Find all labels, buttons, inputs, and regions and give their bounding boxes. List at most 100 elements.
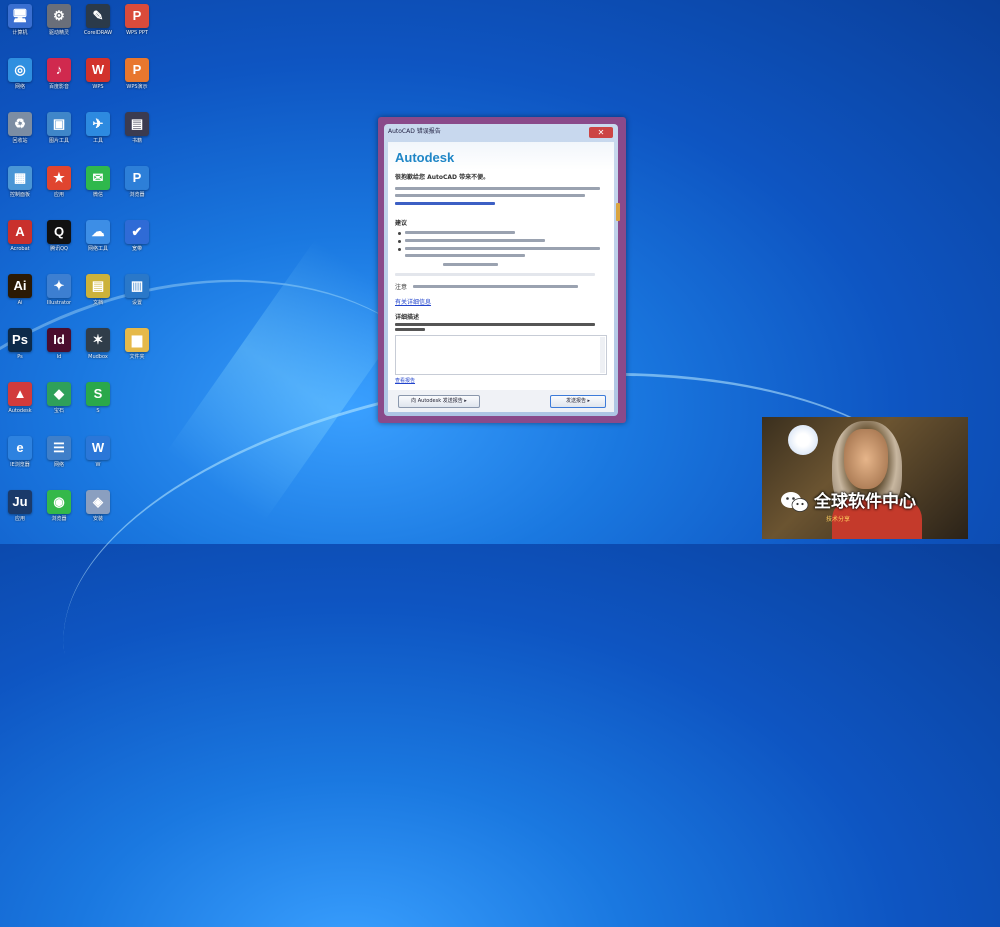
desktop-icon[interactable]: W WPS	[78, 58, 118, 112]
desktop-icon-label: 文件夹	[129, 354, 145, 360]
desktop-icon[interactable]: ✈ 工具	[78, 112, 118, 166]
details-textarea[interactable]	[395, 335, 607, 375]
app-icon: ✔	[125, 220, 149, 244]
app-icon: ♻	[8, 112, 32, 136]
send-to-autodesk-button[interactable]: 向 Autodesk 发送报告 ▸	[398, 395, 480, 408]
app-icon: ▥	[125, 274, 149, 298]
app-icon	[125, 382, 149, 406]
error-report-dialog: AutoCAD 错误报告 ✕ Autodesk 很抱歉给您 AutoCAD 带来…	[384, 124, 618, 416]
desktop-icon[interactable]: ✎ CorelDRAW	[78, 4, 118, 58]
desktop-icon[interactable]: SS	[78, 382, 118, 436]
moon-image	[788, 425, 818, 455]
desktop-icon[interactable]: P WPS演示	[117, 58, 157, 112]
desktop-icon-label: 应用	[14, 516, 25, 522]
desktop-icon-label: 网络	[53, 462, 64, 468]
desktop-icon-label: CorelDRAW	[83, 30, 113, 36]
text-line	[395, 187, 600, 190]
desktop-icon-label: 浏览器	[129, 192, 145, 198]
desktop-icon[interactable]: ▦ 控制面板	[0, 166, 40, 220]
desktop-icon[interactable]: A Acrobat	[0, 220, 40, 274]
bullet	[398, 248, 401, 251]
desktop-icon-label: 浏览器	[51, 516, 67, 522]
suggestion-label: 建议	[395, 220, 408, 227]
app-icon: ★	[47, 166, 71, 190]
desktop-icon[interactable]: ◉ 浏览器	[39, 490, 79, 544]
text-line	[405, 239, 545, 242]
desktop-icon-label: Autodesk	[8, 408, 32, 414]
apology-text: 很抱歉给您 AutoCAD 带来不便。	[395, 174, 490, 181]
desktop-icon[interactable]: ▲ Autodesk	[0, 382, 40, 436]
desktop-icon-label: IE浏览器	[10, 462, 30, 468]
more-info-link[interactable]: 有关详细信息	[395, 297, 431, 306]
desktop-icon[interactable]: ▤ 文档	[78, 274, 118, 328]
desktop-icon[interactable]: ▥ 设置	[117, 274, 157, 328]
desktop-icon[interactable]: ✔ 宽带	[117, 220, 157, 274]
desktop-icon[interactable]: ◆ 宝石	[39, 382, 79, 436]
desktop-icon[interactable]: 🖥 计算机	[0, 4, 40, 58]
desktop-icon[interactable]: ▆ 文件夹	[117, 328, 157, 382]
text-line	[395, 323, 595, 326]
watermark-text: 全球软件中心	[814, 492, 916, 512]
desktop-icon[interactable]: P WPS PPT	[117, 4, 157, 58]
text-line	[395, 194, 585, 197]
desktop-icon[interactable]: ★ 应用	[39, 166, 79, 220]
dialog-title: AutoCAD 错误报告	[388, 128, 441, 135]
app-icon: ◎	[8, 58, 32, 82]
app-icon: ▣	[47, 112, 71, 136]
desktop-icon[interactable]: Q 腾讯QQ	[39, 220, 79, 274]
desktop-icon[interactable]: Ps Ps	[0, 328, 40, 382]
app-icon: P	[125, 4, 149, 28]
desktop-icon[interactable]: ▤ 书籍	[117, 112, 157, 166]
desktop-icon[interactable]: WW	[78, 436, 118, 490]
desktop-icon[interactable]: ⚙ 驱动精灵	[39, 4, 79, 58]
app-icon: ✎	[86, 4, 110, 28]
send-report-button[interactable]: 发送报告 ▸	[550, 395, 606, 408]
desktop-icon-label: 应用	[53, 192, 64, 198]
desktop-icon[interactable]	[117, 490, 157, 544]
desktop-icon-label: 文档	[92, 300, 103, 306]
watermark-subtitle: 技术分享	[826, 516, 851, 523]
desktop-icon-label: 工具	[92, 138, 103, 144]
link-line[interactable]	[395, 202, 495, 205]
desktop-icon[interactable]	[117, 436, 157, 490]
desktop-icon-label: 宝石	[53, 408, 64, 414]
desktop-icon[interactable]: ♻ 回收站	[0, 112, 40, 166]
desktop-icon-label: Acrobat	[10, 246, 30, 252]
desktop-icon[interactable]	[117, 382, 157, 436]
desktop-icon-label: S	[96, 408, 100, 414]
app-icon: S	[86, 382, 110, 406]
desktop-icon[interactable]: ♪ 百度影音	[39, 58, 79, 112]
desktop-icon[interactable]: ▣ 图片工具	[39, 112, 79, 166]
desktop-icon[interactable]: ◈ 安装	[78, 490, 118, 544]
text-line	[405, 231, 515, 234]
desktop-icon[interactable]: ✦ Illustrator	[39, 274, 79, 328]
desktop-icon[interactable]: Ai Ai	[0, 274, 40, 328]
desktop-icon[interactable]: Id Id	[39, 328, 79, 382]
app-icon: ✈	[86, 112, 110, 136]
app-icon: W	[86, 58, 110, 82]
desktop-icon[interactable]: ☰ 网络	[39, 436, 79, 490]
desktop-icon[interactable]: ◎ 网络	[0, 58, 40, 112]
desktop-icon-grid: 🖥 计算机 ⚙ 驱动精灵 ✎ CorelDRAW P WPS PPT ◎ 网络 ♪ 百度影音 W WPS P…	[0, 0, 160, 544]
video-overlay: 全球软件中心 技术分享	[762, 417, 968, 539]
app-icon: ✦	[47, 274, 71, 298]
desktop-icon[interactable]: ☁ 网络工具	[78, 220, 118, 274]
view-report-link[interactable]: 查看报告	[395, 377, 415, 384]
window-resize-handle[interactable]	[616, 203, 620, 221]
desktop-icon[interactable]: ✉ 微信	[78, 166, 118, 220]
app-icon: ▤	[125, 112, 149, 136]
close-button[interactable]: ✕	[589, 127, 613, 138]
app-icon: ☁	[86, 220, 110, 244]
desktop-icon[interactable]: ✶ Mudbox	[78, 328, 118, 382]
details-label: 详细描述	[395, 314, 420, 321]
desktop-icon[interactable]: Ju 应用	[0, 490, 40, 544]
watermark: 全球软件中心	[780, 487, 916, 513]
desktop-icon[interactable]: P 浏览器	[117, 166, 157, 220]
desktop-icon-label: 书籍	[131, 138, 142, 144]
scrollbar[interactable]	[600, 337, 605, 373]
desktop-icon-label: 宽带	[131, 246, 142, 252]
app-icon: Ps	[8, 328, 32, 352]
desktop-icon-label: 安装	[92, 516, 103, 522]
app-icon	[125, 436, 149, 460]
desktop-icon[interactable]: e IE浏览器	[0, 436, 40, 490]
